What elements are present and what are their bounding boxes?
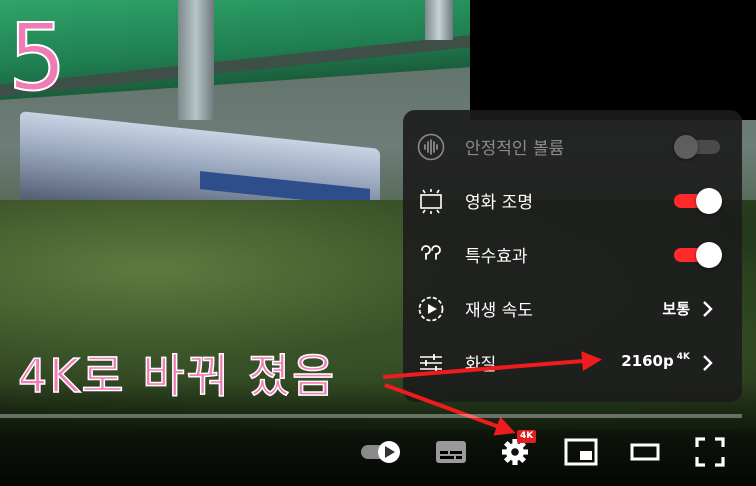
menu-item-label: 영화 조명 [465,193,533,213]
menu-item-annotations[interactable]: 특수효과 [403,228,742,282]
menu-item-label: 안정적인 볼륨 [465,139,565,159]
settings-button[interactable]: 4K [495,430,537,472]
menu-item-label: 재생 속도 [465,301,533,321]
toggle-knob [696,242,722,268]
dark-background [470,0,756,120]
playback-speed-value: 보통 [662,300,690,318]
ambient-mode-toggle[interactable] [674,188,722,214]
autoplay-toggle-icon[interactable] [360,432,400,472]
annotations-icon [417,241,445,269]
playback-speed-icon [417,295,445,323]
menu-item-ambient-mode[interactable]: 영화 조명 [403,174,742,228]
stable-volume-toggle[interactable] [674,134,722,160]
theater-mode-icon[interactable] [625,432,665,472]
toggle-knob [674,135,698,159]
annotation-text: 4K로 바꿔 졌음 [17,348,337,404]
settings-4k-badge: 4K [517,430,537,443]
miniplayer-icon[interactable] [561,432,601,472]
quality-resolution: 2160p [621,352,674,370]
settings-menu: 안정적인 볼륨 영화 조명 특수효과 재생 속도 보통 화질 2160p 4K [403,110,742,402]
menu-item-quality[interactable]: 화질 2160p 4K [403,336,742,390]
chevron-right-icon [700,299,716,319]
video-player[interactable]: 5 안정적인 볼륨 영화 조명 특수효과 재생 속도 보통 화질 2160p 4… [0,0,756,486]
menu-item-label: 특수효과 [465,247,528,267]
step-number: 5 [7,4,68,111]
bridge-pillar [425,0,453,40]
chevron-right-icon [700,353,716,373]
subtitles-icon[interactable] [431,432,471,472]
progress-bar[interactable] [0,414,742,418]
menu-item-label: 화질 [465,355,497,375]
quality-icon [417,349,445,377]
menu-item-stable-volume[interactable]: 안정적인 볼륨 [403,120,742,174]
stable-volume-icon [417,133,445,161]
toggle-knob [696,188,722,214]
quality-4k-badge: 4K [676,352,690,362]
quality-value: 2160p 4K [621,352,690,370]
bridge-pillar [178,0,214,120]
menu-item-playback-speed[interactable]: 재생 속도 보통 [403,282,742,336]
fullscreen-icon[interactable] [690,432,730,472]
player-controls: 4K [0,420,756,486]
annotations-toggle[interactable] [674,242,722,268]
ambient-mode-icon [417,187,445,215]
